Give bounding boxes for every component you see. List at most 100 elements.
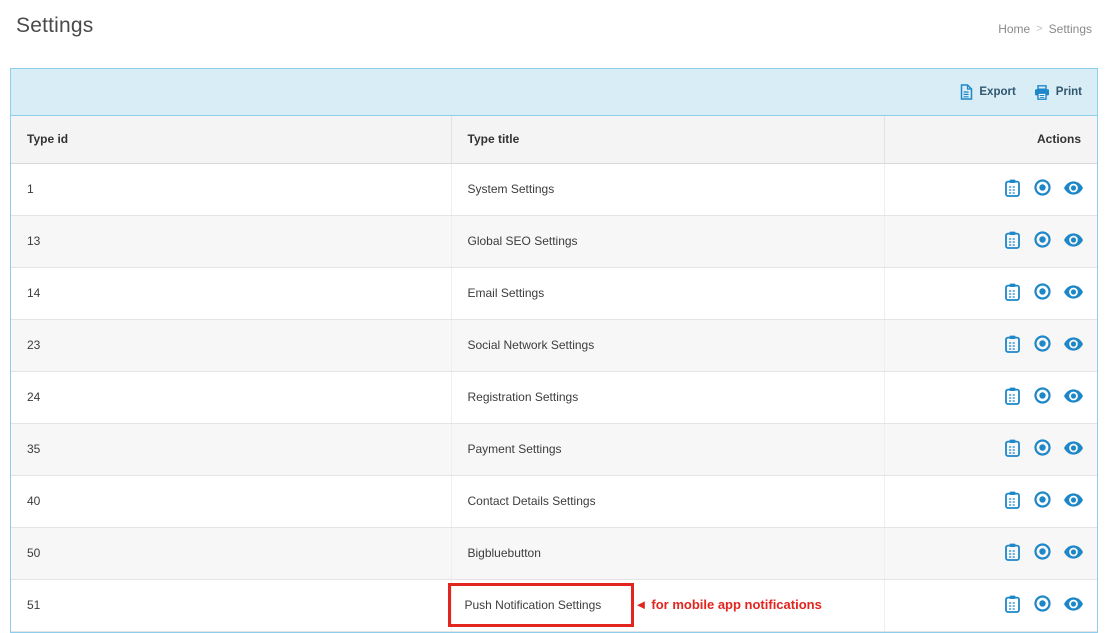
eye-icon: [1064, 545, 1083, 559]
eye-icon: [1064, 597, 1083, 611]
cell-actions: [884, 215, 1097, 267]
table-row: 14 Email Settings: [11, 267, 1097, 319]
dot-circle-icon: [1034, 439, 1051, 456]
type-title-text: Bigbluebutton: [468, 546, 541, 560]
clipboard-icon: [1005, 335, 1020, 353]
table-row: 13 Global SEO Settings: [11, 215, 1097, 267]
view-action-button[interactable]: [1064, 493, 1083, 510]
view-action-button[interactable]: [1064, 545, 1083, 562]
type-title-highlight-box: Contact Details Settings: [468, 494, 596, 508]
settings-page: Settings Home > Settings Export Print: [0, 0, 1108, 633]
column-header-actions: Actions: [884, 116, 1097, 163]
status-action-button[interactable]: [1034, 387, 1051, 407]
print-button[interactable]: Print: [1034, 85, 1082, 100]
table-row: 24 Registration Settings: [11, 371, 1097, 423]
cell-type-title: Payment Settings: [451, 423, 884, 475]
status-action-button[interactable]: [1034, 335, 1051, 355]
table-row: 40 Contact Details Settings: [11, 475, 1097, 527]
column-header-type-title: Type title: [451, 116, 884, 163]
clipboard-icon: [1005, 283, 1020, 301]
dot-circle-icon: [1034, 283, 1051, 300]
status-action-button[interactable]: [1034, 595, 1051, 615]
details-action-button[interactable]: [1005, 283, 1020, 304]
clipboard-icon: [1005, 543, 1020, 561]
type-title-text: Social Network Settings: [468, 338, 595, 352]
status-action-button[interactable]: [1034, 283, 1051, 303]
settings-table-panel: Export Print Type id Type title Actions: [10, 68, 1098, 633]
cell-type-id: 40: [11, 475, 451, 527]
details-action-button[interactable]: [1005, 491, 1020, 512]
type-title-text: Payment Settings: [468, 442, 562, 456]
print-label: Print: [1056, 86, 1082, 98]
eye-icon: [1064, 233, 1083, 247]
cell-type-title: Email Settings: [451, 267, 884, 319]
printer-icon: [1034, 85, 1050, 100]
status-action-button[interactable]: [1034, 439, 1051, 459]
cell-type-title: Contact Details Settings: [451, 475, 884, 527]
cell-actions: [884, 579, 1097, 631]
dot-circle-icon: [1034, 179, 1051, 196]
view-action-button[interactable]: [1064, 597, 1083, 614]
status-action-button[interactable]: [1034, 491, 1051, 511]
page-title: Settings: [16, 14, 93, 38]
details-action-button[interactable]: [1005, 595, 1020, 616]
cell-type-title: Push Notification Settings◄for mobile ap…: [451, 579, 884, 631]
type-title-highlight-box: System Settings: [468, 182, 555, 196]
cell-type-title: System Settings: [451, 163, 884, 215]
table-row: 35 Payment Settings: [11, 423, 1097, 475]
details-action-button[interactable]: [1005, 231, 1020, 252]
details-action-button[interactable]: [1005, 543, 1020, 564]
type-title-highlight-box: Registration Settings: [468, 390, 579, 404]
column-header-type-id: Type id: [11, 116, 451, 163]
cell-type-title: Registration Settings: [451, 371, 884, 423]
details-action-button[interactable]: [1005, 335, 1020, 356]
details-action-button[interactable]: [1005, 439, 1020, 460]
view-action-button[interactable]: [1064, 233, 1083, 250]
view-action-button[interactable]: [1064, 441, 1083, 458]
view-action-button[interactable]: [1064, 181, 1083, 198]
cell-actions: [884, 267, 1097, 319]
cell-type-title: Global SEO Settings: [451, 215, 884, 267]
export-button[interactable]: Export: [959, 84, 1015, 100]
eye-icon: [1064, 441, 1083, 455]
breadcrumb-separator: >: [1036, 23, 1042, 35]
clipboard-icon: [1005, 595, 1020, 613]
view-action-button[interactable]: [1064, 389, 1083, 406]
status-action-button[interactable]: [1034, 543, 1051, 563]
view-action-button[interactable]: [1064, 337, 1083, 354]
cell-type-id: 35: [11, 423, 451, 475]
table-toolbar: Export Print: [11, 69, 1097, 116]
cell-actions: [884, 423, 1097, 475]
cell-type-title: Social Network Settings: [451, 319, 884, 371]
cell-type-id: 14: [11, 267, 451, 319]
eye-icon: [1064, 181, 1083, 195]
export-file-icon: [959, 84, 973, 100]
type-title-text: Registration Settings: [468, 390, 579, 404]
cell-type-id: 24: [11, 371, 451, 423]
cell-type-id: 50: [11, 527, 451, 579]
table-row: 50 Bigbluebutton: [11, 527, 1097, 579]
annotation-text: for mobile app notifications: [651, 597, 821, 612]
dot-circle-icon: [1034, 595, 1051, 612]
type-title-text: System Settings: [468, 182, 555, 196]
annotation-arrow-icon: ◄: [635, 598, 648, 611]
cell-type-id: 51: [11, 579, 451, 631]
cell-type-id: 13: [11, 215, 451, 267]
type-title-highlight-box: Push Notification Settings: [448, 583, 634, 627]
details-action-button[interactable]: [1005, 179, 1020, 200]
dot-circle-icon: [1034, 491, 1051, 508]
table-row: 23 Social Network Settings: [11, 319, 1097, 371]
clipboard-icon: [1005, 387, 1020, 405]
cell-type-id: 23: [11, 319, 451, 371]
cell-type-id: 1: [11, 163, 451, 215]
details-action-button[interactable]: [1005, 387, 1020, 408]
eye-icon: [1064, 337, 1083, 351]
view-action-button[interactable]: [1064, 285, 1083, 302]
type-title-highlight-box: Social Network Settings: [468, 338, 595, 352]
type-title-highlight-box: Payment Settings: [468, 442, 562, 456]
breadcrumb-home-link[interactable]: Home: [998, 22, 1030, 36]
status-action-button[interactable]: [1034, 231, 1051, 251]
eye-icon: [1064, 389, 1083, 403]
status-action-button[interactable]: [1034, 179, 1051, 199]
export-label: Export: [979, 86, 1015, 98]
